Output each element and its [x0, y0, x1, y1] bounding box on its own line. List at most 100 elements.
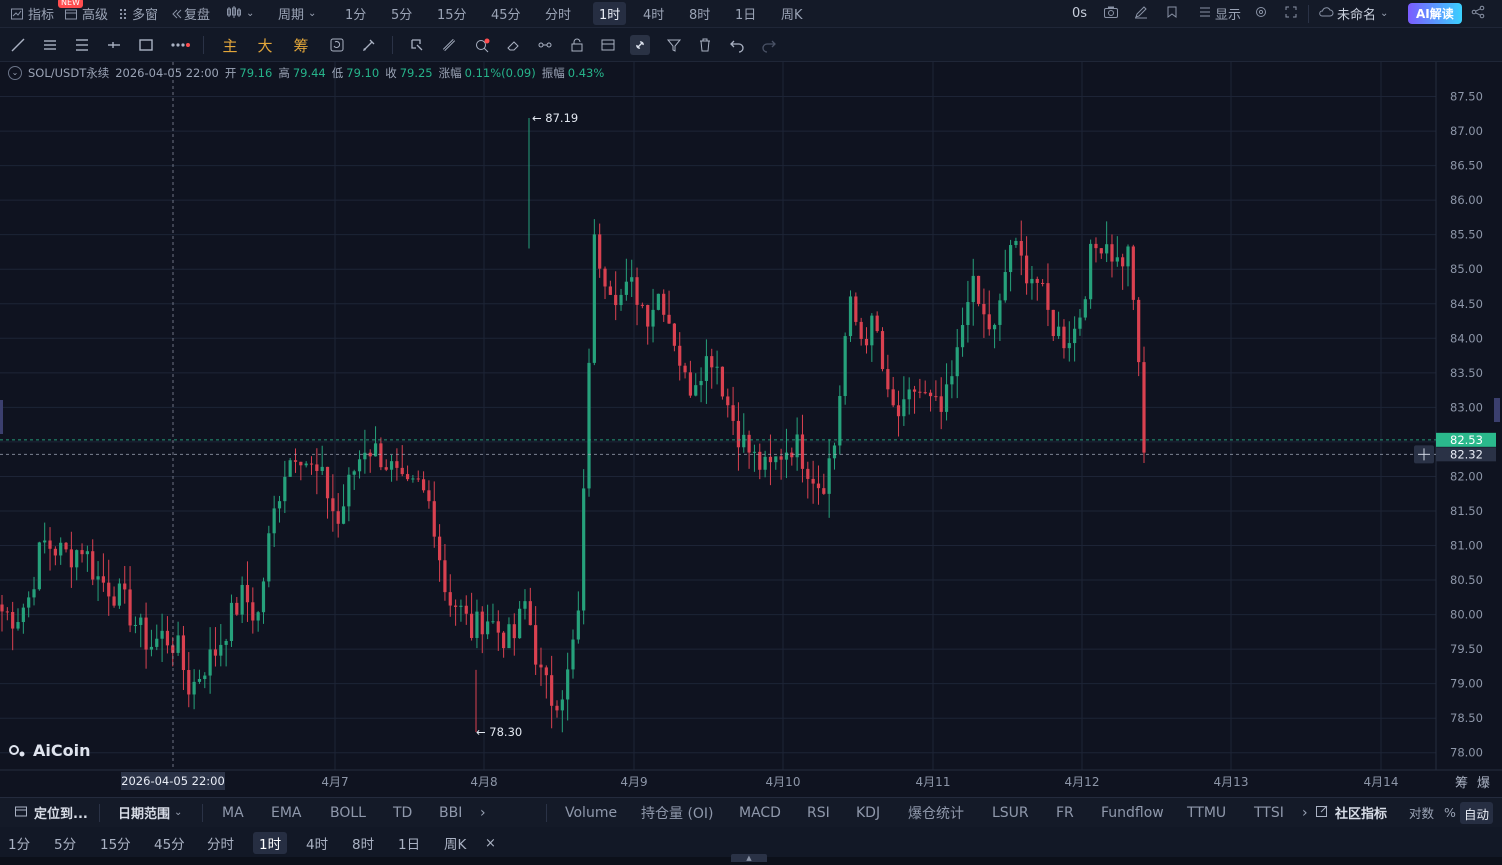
sub-indicator-7[interactable]: FR	[1056, 798, 1074, 827]
auto-scale-toggle[interactable]: 自动	[1460, 802, 1494, 824]
overlay-bbi[interactable]: BBI	[439, 798, 462, 827]
brush-eraser-tool[interactable]	[359, 35, 379, 55]
period-3[interactable]: 45分	[154, 832, 185, 854]
interval-7[interactable]: 8时	[689, 0, 710, 27]
undo-button[interactable]	[727, 35, 747, 55]
chart-type-button[interactable]: ⌄	[226, 0, 254, 27]
date-range-dropdown[interactable]: 日期范围 ⌄	[118, 798, 182, 827]
layout-dropdown[interactable]: 未命名 ⌄	[1318, 0, 1388, 27]
divider	[203, 36, 204, 54]
candle-body	[288, 460, 292, 477]
sub-indicator-4[interactable]: KDJ	[856, 798, 880, 827]
period-4[interactable]: 分时	[207, 832, 234, 854]
period-9[interactable]: 周K	[444, 832, 466, 854]
log-scale-toggle[interactable]: 对数	[1409, 798, 1434, 827]
delete-tool[interactable]	[695, 35, 715, 55]
candle-body	[699, 380, 703, 386]
candle-body	[336, 511, 340, 524]
period-8[interactable]: 1日	[398, 832, 420, 854]
interval-8[interactable]: 1日	[735, 0, 756, 27]
candle-body	[891, 389, 895, 406]
community-indicators-button[interactable]: 社区指标	[1315, 798, 1387, 827]
sub-indicator-5[interactable]: 爆仓统计	[908, 798, 964, 827]
period-7[interactable]: 8时	[352, 832, 374, 854]
locate-button[interactable]: 定位到...	[14, 798, 88, 827]
period-5[interactable]: 1时	[253, 832, 288, 854]
replay-button[interactable]: 复盘	[170, 0, 210, 27]
magnet-tool[interactable]	[472, 35, 492, 55]
ai-interpret-button[interactable]: AI解读	[1408, 0, 1462, 27]
big-order-toggle[interactable]: 大	[255, 35, 275, 55]
ruler-tool[interactable]	[439, 35, 459, 55]
sub-indicator-3[interactable]: RSI	[807, 798, 830, 827]
share-button[interactable]	[1471, 0, 1485, 27]
sub-indicator-6[interactable]: LSUR	[992, 798, 1029, 827]
redo-button[interactable]	[759, 35, 779, 55]
rectangle-tool[interactable]	[136, 35, 156, 55]
interval-4[interactable]: 分时	[545, 0, 571, 27]
candle-body	[5, 611, 9, 613]
sub-indicator-9[interactable]: TTMU	[1187, 798, 1226, 827]
interval-3[interactable]: 45分	[491, 0, 521, 27]
lock-tool[interactable]	[567, 35, 587, 55]
main-chart-toggle[interactable]: 主	[220, 35, 240, 55]
eraser-tool[interactable]	[503, 35, 523, 55]
sub-indicator-0[interactable]: Volume	[565, 798, 617, 827]
sub-indicator-8[interactable]: Fundflow	[1101, 798, 1164, 827]
period-0[interactable]: 1分	[8, 832, 30, 854]
alert-button[interactable]	[1165, 0, 1179, 27]
period-dropdown[interactable]: 周期 ⌄	[278, 0, 316, 27]
fullscreen-button[interactable]	[1284, 0, 1298, 27]
overlay-td[interactable]: TD	[393, 798, 412, 827]
list-icon	[1198, 5, 1212, 23]
candle-body	[443, 560, 447, 593]
crosshair-date-tag: 2026-04-05 22:00	[121, 774, 225, 788]
period-2[interactable]: 15分	[100, 832, 131, 854]
overlay-boll[interactable]: BOLL	[330, 798, 366, 827]
liquidation-axis-button: 爆	[1477, 776, 1490, 791]
sub-indicator-1[interactable]: 持仓量 (OI)	[641, 798, 714, 827]
interval-9[interactable]: 周K	[781, 0, 803, 27]
select-tool[interactable]	[407, 35, 427, 55]
trend-line-tool[interactable]	[8, 35, 28, 55]
multi-window-button[interactable]: 多窗	[118, 0, 158, 27]
chevron-right-icon[interactable]: ›	[480, 798, 486, 827]
close-icon[interactable]: ×	[485, 832, 496, 854]
advanced-button[interactable]: 高级	[64, 0, 108, 27]
link-tool[interactable]	[630, 35, 650, 55]
collapse-icon[interactable]: ⌄	[8, 66, 22, 80]
sub-indicator-2[interactable]: MACD	[739, 798, 781, 827]
interval-5[interactable]: 1时	[593, 0, 627, 27]
camera-button[interactable]	[1103, 0, 1119, 27]
parallel-lines-tool[interactable]	[40, 35, 60, 55]
interval-0[interactable]: 1分	[345, 0, 366, 27]
filter-tool[interactable]	[664, 35, 684, 55]
candlestick-chart[interactable]: 87.50 87.00 86.50 86.00 85.50 85.00 84.50 84.00…	[0, 62, 1502, 796]
candle-body	[341, 506, 346, 524]
period-1[interactable]: 5分	[54, 832, 76, 854]
period-6[interactable]: 4时	[306, 832, 328, 854]
horizontal-ray-tool[interactable]	[104, 35, 124, 55]
candle-body	[838, 396, 842, 446]
display-button[interactable]: 显示	[1198, 0, 1241, 27]
panel-toggle-handle[interactable]: ▲	[731, 854, 767, 862]
pattern-tool[interactable]	[535, 35, 555, 55]
more-tools-button[interactable]	[168, 35, 192, 55]
template-tool[interactable]	[598, 35, 618, 55]
interval-6[interactable]: 4时	[643, 0, 664, 27]
interval-1[interactable]: 5分	[391, 0, 412, 27]
interval-2[interactable]: 15分	[437, 0, 467, 27]
overlay-ma[interactable]: MA	[222, 798, 244, 827]
overlay-ema[interactable]: EMA	[271, 798, 302, 827]
edit-button[interactable]	[1134, 0, 1148, 27]
indicators-button[interactable]: 指标 NEW	[10, 0, 83, 27]
percent-scale-toggle[interactable]: %	[1444, 798, 1456, 827]
horizontal-lines-tool[interactable]	[72, 35, 92, 55]
refresh-tool[interactable]	[327, 35, 347, 55]
sub-indicator-10[interactable]: TTSI	[1254, 798, 1284, 827]
chevron-right-icon[interactable]: ›	[1302, 798, 1308, 827]
ai-interpret-label: AI解读	[1408, 3, 1462, 24]
settings-button[interactable]	[1254, 0, 1268, 27]
price-chart[interactable]: 87.50 87.00 86.50 86.00 85.50 85.00 84.50 84.00…	[0, 62, 1502, 796]
chip-toggle[interactable]: 筹	[291, 35, 311, 55]
